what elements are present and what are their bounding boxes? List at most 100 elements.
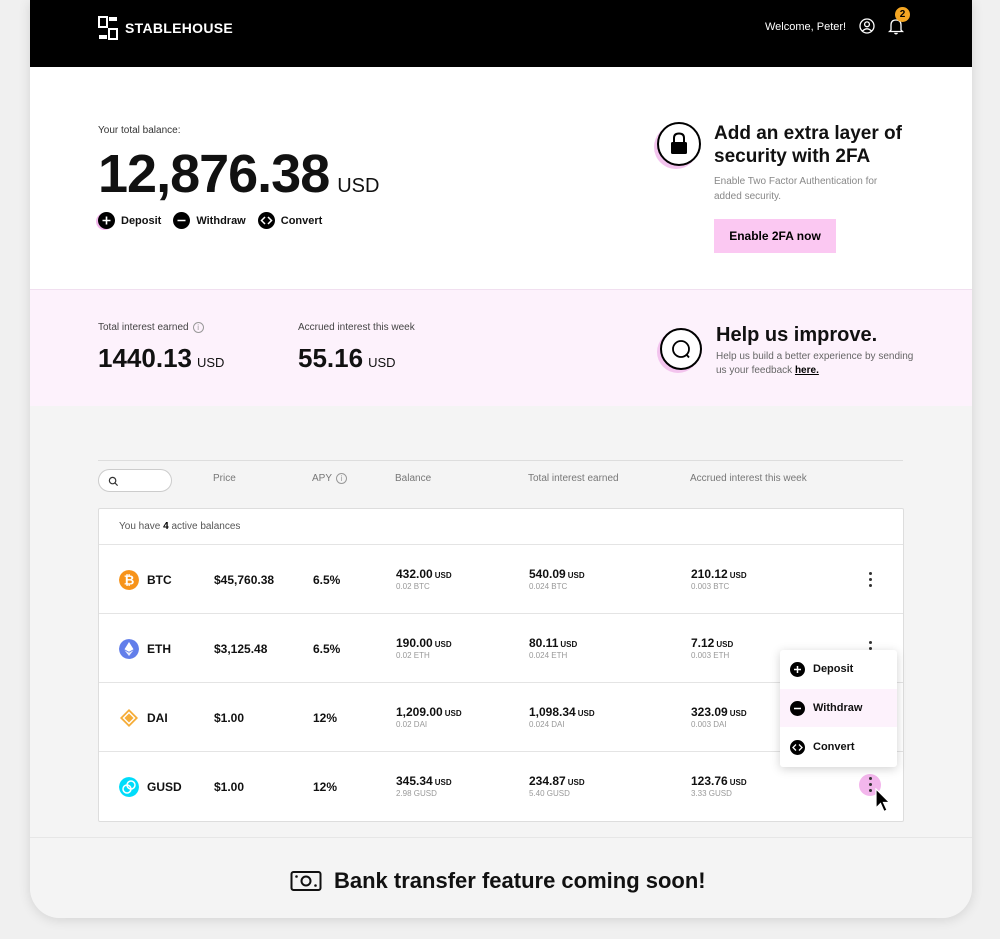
coin-balance-value: 432.00 [396,567,433,581]
coin-balance-value: 1,209.00 [396,705,443,719]
search-input[interactable] [98,469,172,492]
total-balance-value: 12,876.38 [98,144,330,204]
header-apy[interactable]: APY i [312,473,348,485]
coin-symbol: GUSD [147,780,182,794]
active-balances-count: You have 4 active balances [119,521,240,532]
user-profile-icon[interactable] [859,18,875,34]
chat-bubble-icon [672,340,690,359]
stablehouse-logo-icon [98,16,118,40]
coin-weekly-interest-unit: USD [716,640,734,649]
header-weekly-interest[interactable]: Accrued interest this week [690,473,807,484]
info-icon[interactable]: i [192,322,204,333]
dai-coin-icon [120,709,138,727]
app-frame: STABLEHOUSE Welcome, Peter! 2 Your total… [30,0,972,918]
brand-name: STABLEHOUSE [125,20,234,36]
total-interest-label: Total interest earned i [98,322,204,333]
header-balance[interactable]: Balance [395,473,431,484]
table-row[interactable]: ₿ BTC $45,760.38 6.5% 432.00 USD 0.02 BTC… [99,544,903,613]
coin-weekly-interest: 210.12 USD 0.003 BTC [691,567,747,591]
coin-total-interest: 1,098.34 USD 0.024 DAI [529,705,595,729]
coin-symbol: DAI [147,711,168,725]
coin-total-interest: 540.09 USD 0.024 BTC [529,567,585,591]
menu-item-withdraw[interactable]: Withdraw [780,689,897,727]
weekly-interest-unit: USD [368,355,396,370]
balance-panel: Your total balance: 12,876.38 USD Deposi… [30,67,972,289]
coin-weekly-interest-unit: USD [729,571,747,580]
interest-panel: Total interest earned i 1440.13 USD Accru… [30,289,972,406]
top-navbar: STABLEHOUSE Welcome, Peter! 2 [30,0,972,67]
header-apy-text: APY [312,473,333,485]
coin-total-interest-value: 234.87 [529,774,566,788]
weekly-interest: 55.16 USD [298,343,396,374]
coin-balance-unit: USD [434,778,452,787]
plus-circle-icon [98,212,115,229]
active-balances-prefix: You have [119,521,161,532]
coin-weekly-interest-value: 323.09 [691,705,728,719]
coin-weekly-interest-native: 0.003 DAI [691,720,727,729]
bank-card-icon [290,871,322,891]
coin-balance-native: 0.02 DAI [396,720,428,729]
deposit-label: Deposit [121,214,162,227]
coin-total-interest-native: 0.024 ETH [529,651,568,660]
feedback-link[interactable]: here. [795,365,819,376]
coin-balance-unit: USD [434,571,452,580]
coin-weekly-interest-value: 123.76 [691,774,728,788]
coin-total-interest-value: 80.11 [529,636,559,650]
security-description: Enable Two Factor Authentication for add… [714,176,878,202]
menu-item-deposit[interactable]: Deposit [780,650,897,688]
coin-total-interest-unit: USD [560,640,578,649]
active-balances-number: 4 [163,521,169,532]
brand-logo[interactable]: STABLEHOUSE [98,16,233,40]
security-lock-badge [657,122,701,166]
lock-icon [671,132,687,154]
menu-item-label: Deposit [813,663,854,675]
coin-balance: 345.34 USD 2.98 GUSD [396,774,452,798]
coin-symbol: ETH [147,642,171,656]
convert-label: Convert [280,214,323,227]
feedback-title: Help us improve. [716,324,878,346]
coin-total-interest-unit: USD [567,778,585,787]
withdraw-button[interactable]: Withdraw [173,212,246,229]
security-title: Add an extra layer of security with 2FA [714,123,902,167]
coin-balance: 190.00 USD 0.02 ETH [396,636,452,660]
menu-item-label: Convert [813,741,855,753]
gusd-coin-icon [119,777,139,797]
coin-balance: 432.00 USD 0.02 BTC [396,567,452,591]
coin-weekly-interest-unit: USD [729,778,747,787]
header-total-interest[interactable]: Total interest earned [528,473,619,484]
row-menu-button[interactable] [861,569,879,591]
header-price[interactable]: Price [213,473,236,484]
total-interest-value: 1440.13 [98,343,192,373]
menu-item-label: Withdraw [813,702,863,714]
weekly-interest-value: 55.16 [298,343,364,373]
coin-weekly-interest: 323.09 USD 0.003 DAI [691,705,747,729]
coin-price: $3,125.48 [214,642,268,656]
menu-item-convert[interactable]: Convert [780,728,897,766]
info-icon[interactable]: i [336,473,348,484]
coin-price: $1.00 [214,711,245,725]
active-balances-suffix: active balances [171,521,241,532]
welcome-text: Welcome, Peter! [765,21,847,33]
enable-2fa-button[interactable]: Enable 2FA now [714,219,836,253]
deposit-button[interactable]: Deposit [98,212,161,229]
coin-balance-unit: USD [444,709,462,718]
coin-apy: 6.5% [313,642,341,656]
total-balance: 12,876.38 USD [98,143,379,205]
total-balance-label: Your total balance: [98,125,181,136]
coin-balance-value: 190.00 [396,636,433,650]
search-icon [108,476,119,487]
convert-arrows-icon [790,739,805,755]
plus-circle-icon [790,661,805,677]
coin-weekly-interest-native: 3.33 GUSD [691,789,732,798]
mouse-cursor-icon [875,788,891,813]
balances-table-header: Price APY i Balance Total interest earned… [98,460,903,496]
coin-weekly-interest-unit: USD [729,709,747,718]
coin-weekly-interest: 123.76 USD 3.33 GUSD [691,774,747,798]
convert-button[interactable]: Convert [257,212,323,229]
coin-balance-unit: USD [434,640,452,649]
bank-transfer-notice: Bank transfer feature coming soon! [290,868,706,894]
total-balance-unit: USD [337,175,380,197]
coin-balance-value: 345.34 [396,774,433,788]
weekly-interest-label: Accrued interest this week [298,322,415,333]
coin-balance-native: 0.02 BTC [396,582,430,591]
